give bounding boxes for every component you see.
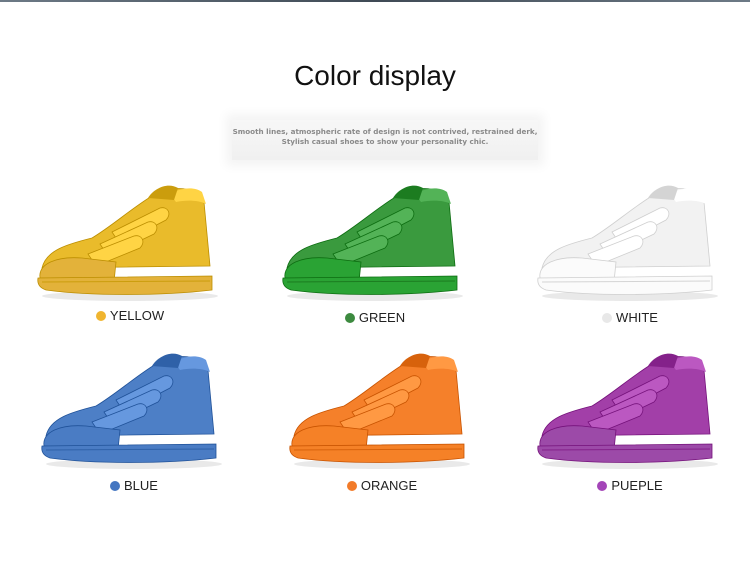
color-swatch-green (344, 313, 355, 323)
shoe-image-white (537, 185, 718, 301)
product-card-green[interactable]: GREEN (265, 178, 485, 338)
top-divider (0, 0, 750, 2)
product-card-blue[interactable]: BLUE (24, 346, 244, 506)
color-name-purple: PUEPLE (611, 478, 663, 493)
color-swatch-orange (346, 481, 357, 491)
color-name-orange: ORANGE (360, 478, 418, 493)
color-name-yellow: YELLOW (109, 308, 165, 323)
subtitle-line-2: Stylish casual shoes to show your person… (281, 137, 489, 146)
color-swatch-yellow (95, 311, 106, 321)
product-card-white[interactable]: WHITE (520, 178, 740, 338)
shoe-image-blue (41, 353, 222, 469)
shoe-image-yellow (37, 185, 218, 301)
color-label-orange: ORANGE (272, 478, 492, 493)
color-name-blue: BLUE (124, 478, 158, 493)
product-card-yellow[interactable]: YELLOW (20, 178, 240, 338)
color-label-green: GREEN (265, 310, 485, 325)
color-swatch-white (602, 313, 613, 323)
color-swatch-purple (597, 481, 608, 491)
color-swatch-blue (110, 481, 121, 491)
shoe-image-green (282, 185, 463, 301)
shoe-image-orange (289, 353, 470, 469)
page-title: Color display (294, 60, 456, 91)
color-name-green: GREEN (358, 310, 406, 325)
subtitle-box: Smooth lines, atmospheric rate of design… (232, 120, 538, 160)
color-label-white: WHITE (520, 310, 740, 325)
product-card-purple[interactable]: PUEPLE (520, 346, 740, 506)
product-card-orange[interactable]: ORANGE (272, 346, 492, 506)
color-label-yellow: YELLOW (20, 308, 240, 323)
shoe-image-purple (537, 353, 718, 469)
color-name-white: WHITE (616, 310, 658, 325)
subtitle-line-1: Smooth lines, atmospheric rate of design… (232, 127, 538, 136)
color-label-blue: BLUE (24, 478, 244, 493)
subtitle: Smooth lines, atmospheric rate of design… (232, 127, 538, 147)
color-label-purple: PUEPLE (520, 478, 740, 493)
